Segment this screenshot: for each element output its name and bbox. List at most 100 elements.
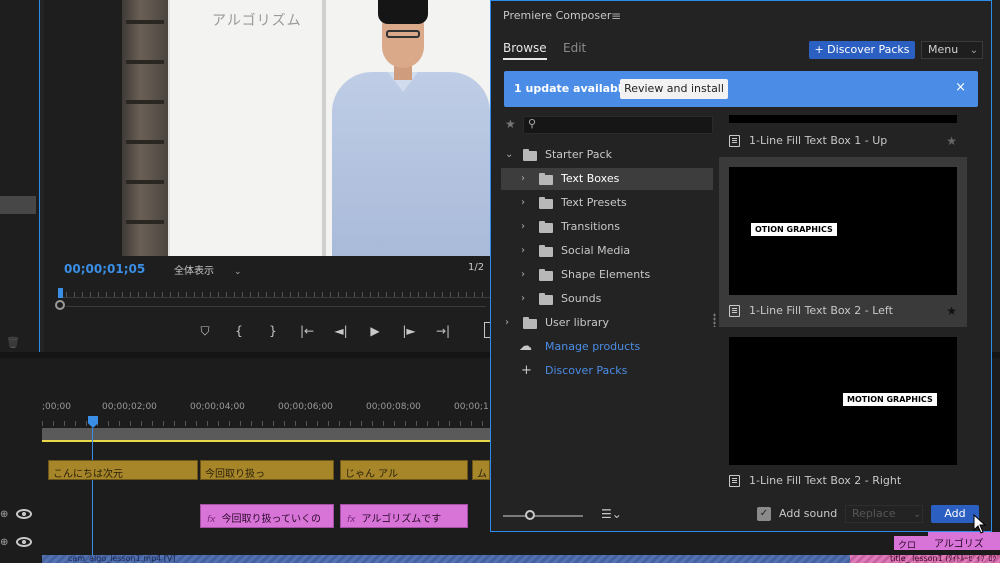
favorites-star-icon[interactable]: ★ — [505, 117, 516, 131]
tree-item-label: Text Boxes — [561, 172, 620, 185]
project-panel-edge: 🗑 — [0, 0, 40, 352]
preset-caption: 1-Line Fill Text Box 2 - Left ★ — [729, 301, 957, 321]
video-clip[interactable]: ム — [472, 460, 490, 480]
mark-in-button[interactable]: { — [222, 324, 256, 339]
track-toggle-icon[interactable]: ⊕ — [0, 509, 8, 520]
slider-handle[interactable] — [525, 510, 535, 520]
folder-icon — [539, 197, 553, 209]
replace-label: Replace — [852, 507, 896, 520]
review-and-install-button[interactable]: Review and install — [620, 79, 728, 99]
go-to-in-button[interactable]: |← — [290, 324, 324, 339]
tree-item-social-media[interactable]: › Social Media — [501, 240, 713, 262]
tab-browse[interactable]: Browse — [503, 41, 547, 60]
premiere-composer-panel: Premiere Composer ≡ Browse Edit + Discov… — [490, 0, 992, 532]
graphics-clip[interactable]: fx アルゴリズムです — [340, 504, 468, 528]
video-clip[interactable]: じゃん アル — [340, 460, 468, 480]
discover-packs-link[interactable]: + Discover Packs — [501, 360, 713, 382]
title-clip[interactable]: title_ lesson1 (ﾀｲﾄﾙｰｾﾞｲﾌﾟﾛｸﾞ — [850, 555, 1000, 563]
tree-item-text-boxes[interactable]: › Text Boxes — [501, 168, 713, 190]
manage-products-link[interactable]: ☁ Manage products — [501, 336, 713, 358]
add-sound-checkbox[interactable]: ✓ — [757, 507, 771, 521]
chevron-right-icon: › — [521, 221, 525, 232]
zoom-fit-label: 全体表示 — [174, 266, 214, 277]
tree-item-transitions[interactable]: › Transitions — [501, 216, 713, 238]
update-banner: 1 update available Review and install × — [504, 71, 978, 107]
tree-item-label: Shape Elements — [561, 268, 651, 281]
graphics-clip[interactable]: fx 今回取り扱っていくの — [200, 504, 334, 528]
right-clip-group: クロス アルゴリズ — [894, 532, 1000, 563]
menu-dropdown[interactable]: Menu ⌄ — [921, 41, 983, 59]
resolution-indicator[interactable]: 1/2 — [468, 262, 484, 273]
chevron-right-icon: › — [505, 317, 509, 328]
list-view-icon[interactable]: ☰⌄ — [601, 507, 622, 521]
eye-icon[interactable] — [16, 509, 32, 519]
ruler-label: 00;00;1 — [454, 402, 489, 412]
tree-item-sounds[interactable]: › Sounds — [501, 288, 713, 310]
discover-packs-button[interactable]: + Discover Packs — [809, 41, 915, 59]
track-toggle-icon[interactable]: ⊕ — [0, 537, 8, 548]
video-clip[interactable]: 今回取り扱っ — [200, 460, 334, 480]
add-sound-label: Add sound — [779, 507, 838, 520]
playhead-timecode[interactable]: 00;00;01;05 — [64, 262, 145, 276]
tree-item-user-library[interactable]: › User library — [501, 312, 713, 334]
folder-icon — [539, 221, 553, 233]
pack-tree: ★ ⚲ ⌄ Starter Pack › Text Boxes › Text P… — [501, 115, 713, 385]
go-to-out-button[interactable]: →| — [426, 324, 460, 339]
preset-name: 1-Line Fill Text Box 1 - Up — [749, 134, 888, 147]
star-icon[interactable]: ★ — [946, 301, 957, 321]
preset-thumbnail: MOTION GRAPHICS — [729, 337, 957, 465]
presenter-image — [332, 0, 490, 256]
preset-grid: 1-Line Fill Text Box 1 - Up ★ OTION GRAP… — [719, 115, 969, 495]
graphics-clip[interactable]: アルゴリズ — [928, 532, 1000, 550]
transport-controls: ⛉ { } |← ◄| ▶ |► →| — [188, 324, 460, 339]
search-icon: ⚲ — [528, 117, 537, 130]
trash-icon[interactable]: 🗑 — [6, 336, 20, 349]
tree-item-starter-pack[interactable]: ⌄ Starter Pack — [501, 144, 713, 166]
zoom-fit-select[interactable]: 全体表示 ⌄ — [174, 262, 242, 277]
timeline-playhead[interactable] — [88, 416, 98, 428]
panel-resize-handle[interactable] — [713, 313, 716, 327]
monitor-playhead[interactable] — [58, 288, 63, 298]
tree-item-label: Starter Pack — [545, 148, 612, 161]
close-icon[interactable]: × — [955, 80, 966, 95]
step-back-button[interactable]: ◄| — [324, 324, 358, 339]
preset-caption: 1-Line Fill Text Box 1 - Up ★ — [729, 131, 957, 151]
user-folder-icon — [523, 317, 537, 329]
preset-card[interactable]: OTION GRAPHICS 1-Line Fill Text Box 2 - … — [719, 157, 967, 327]
add-button[interactable]: Add — [931, 505, 979, 523]
tree-item-label: Social Media — [561, 244, 631, 257]
add-marker-button[interactable]: ⛉ — [188, 324, 222, 339]
work-area-bar[interactable] — [42, 428, 490, 442]
replace-button[interactable]: Replace ⌄ — [845, 505, 923, 523]
ruler-label: 00;00;02;00 — [102, 402, 157, 412]
mark-out-button[interactable]: } — [256, 324, 290, 339]
timeline-ruler[interactable] — [42, 416, 490, 426]
tree-item-shape-elements[interactable]: › Shape Elements — [501, 264, 713, 286]
star-icon[interactable]: ★ — [946, 131, 957, 151]
monitor-scrub-bar[interactable] — [55, 300, 490, 310]
chevron-right-icon: › — [521, 245, 525, 256]
video-clip[interactable]: こんにちは次元 — [48, 460, 198, 480]
tree-item-text-presets[interactable]: › Text Presets — [501, 192, 713, 214]
preset-card[interactable]: 1-Line Fill Text Box 1 - Up ★ — [719, 115, 967, 155]
audio-clip[interactable]: cam_algo_lesson1.mp4 [V] — [42, 555, 850, 563]
plus-icon: + — [521, 363, 532, 378]
transition-clip[interactable]: クロス — [894, 536, 928, 563]
step-forward-button[interactable]: |► — [392, 324, 426, 339]
panel-menu-icon[interactable]: ≡ — [611, 9, 621, 23]
monitor-time-ruler[interactable] — [58, 288, 490, 298]
tree-item-label: Discover Packs — [545, 364, 628, 377]
project-selected-row[interactable] — [0, 196, 36, 214]
eye-icon[interactable] — [16, 537, 32, 547]
play-button[interactable]: ▶ — [358, 324, 392, 339]
folder-icon — [539, 269, 553, 281]
chevron-down-icon: ⌄ — [505, 149, 514, 160]
chevron-right-icon: › — [521, 269, 525, 280]
search-input[interactable]: ⚲ — [523, 116, 713, 134]
clip-label: アルゴリズムです — [361, 514, 442, 525]
scrub-handle[interactable] — [55, 300, 65, 310]
menu-label: Menu — [928, 43, 959, 56]
tab-edit[interactable]: Edit — [563, 41, 586, 55]
thumbnail-size-slider[interactable] — [503, 515, 583, 517]
preset-card[interactable]: MOTION GRAPHICS 1-Line Fill Text Box 2 -… — [719, 327, 967, 495]
